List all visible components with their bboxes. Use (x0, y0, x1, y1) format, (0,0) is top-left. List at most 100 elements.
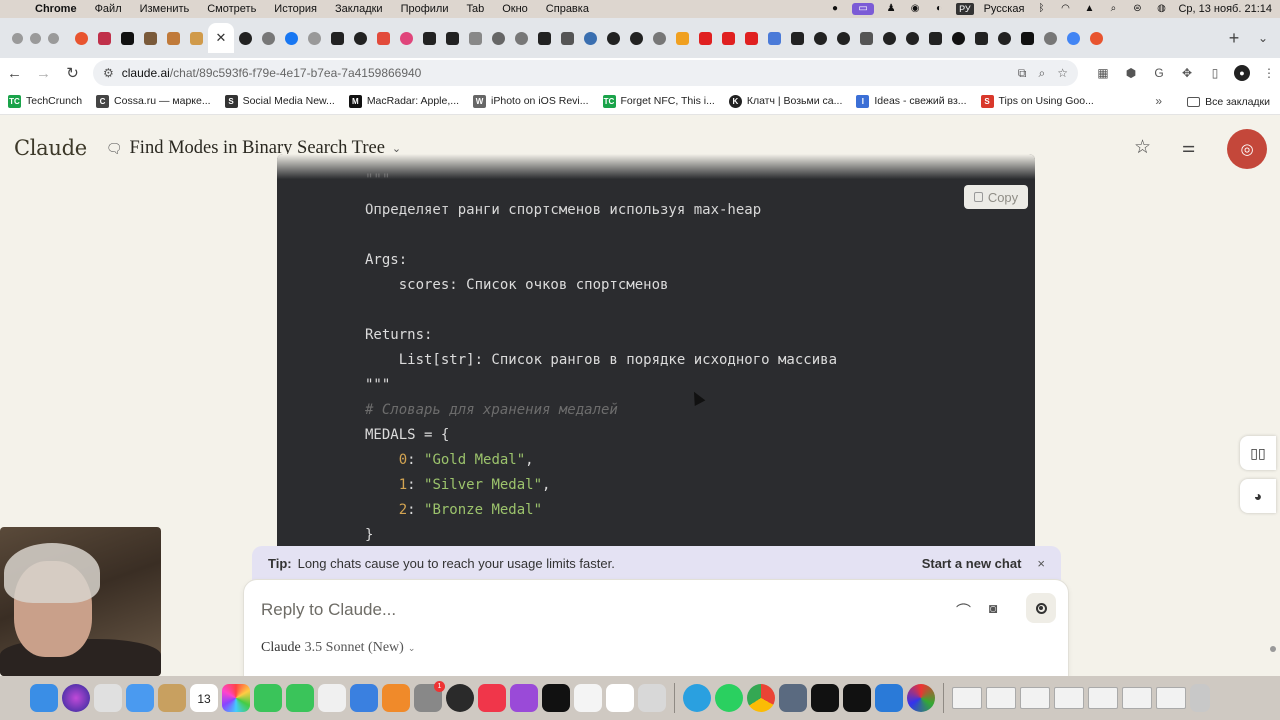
tab[interactable] (441, 23, 464, 53)
voice-record-button[interactable] (1026, 593, 1056, 623)
tab[interactable] (924, 23, 947, 53)
minimized-window-thumbnail[interactable] (1088, 687, 1118, 709)
calendar-icon[interactable]: 13 (190, 684, 218, 712)
control-toggle-icon[interactable]: ⊜ (1130, 3, 1144, 15)
menu-file[interactable]: Файл (86, 3, 131, 15)
bookmark-item[interactable]: C Cossa.ru — марке... (96, 94, 211, 108)
tab[interactable] (832, 23, 855, 53)
bookmarks-overflow-chevron-icon[interactable]: » (1155, 88, 1162, 115)
tab[interactable] (280, 23, 303, 53)
tab[interactable] (1062, 23, 1085, 53)
music-icon[interactable] (478, 684, 506, 712)
siri-icon[interactable]: ◍ (1154, 3, 1168, 15)
forward-button[interactable]: → (29, 65, 58, 82)
minimized-window-thumbnail[interactable] (1054, 687, 1084, 709)
screen-share-icon[interactable]: ▭ (852, 3, 875, 15)
tab[interactable] (1085, 23, 1108, 53)
extensions-puzzle-icon[interactable]: ✥ (1178, 64, 1196, 82)
facetime-icon[interactable] (254, 684, 282, 712)
bookmark-item[interactable]: WiPhoto on iOS Revi... (473, 94, 589, 108)
tab[interactable] (326, 23, 349, 53)
color-picker-icon[interactable] (907, 684, 935, 712)
tab[interactable] (717, 23, 740, 53)
preview-icon[interactable] (779, 684, 807, 712)
bookmark-item[interactable]: I Ideas - свежий вз... (856, 94, 967, 108)
chrome-icon[interactable] (747, 684, 775, 712)
screenshot-camera-icon[interactable]: ◙ (989, 600, 997, 616)
tab[interactable] (740, 23, 763, 53)
numbers-icon[interactable] (318, 684, 346, 712)
finder-icon[interactable] (30, 684, 58, 712)
textedit-icon[interactable] (574, 684, 602, 712)
menu-clock[interactable]: Ср, 13 нояб. 21:14 (1178, 3, 1272, 15)
minimized-window-thumbnail[interactable] (1122, 687, 1152, 709)
activity-icon[interactable]: ♟ (884, 3, 898, 15)
launchpad-icon[interactable] (94, 684, 122, 712)
tab-active[interactable]: ✕ (208, 23, 234, 53)
extension-translate-icon[interactable]: G (1150, 64, 1168, 82)
tab[interactable] (257, 23, 280, 53)
reader-book-icon[interactable]: ▯▯ (1240, 436, 1276, 470)
tab[interactable] (1039, 23, 1062, 53)
photos-icon[interactable] (222, 684, 250, 712)
sidebar-icon[interactable]: ▯ (1206, 64, 1224, 82)
tab[interactable] (349, 23, 372, 53)
new-tab-button[interactable]: + (1222, 28, 1246, 49)
epic-games-icon[interactable] (843, 684, 871, 712)
tab[interactable] (648, 23, 671, 53)
menu-edit[interactable]: Изменить (131, 3, 199, 15)
messages-icon[interactable] (286, 684, 314, 712)
podcasts-icon[interactable] (510, 684, 538, 712)
apple-tv-icon[interactable] (542, 684, 570, 712)
bluetooth-icon[interactable]: ᛒ (1034, 3, 1048, 15)
extension-grid-icon[interactable]: ▦ (1094, 64, 1112, 82)
record-icon[interactable]: ● (828, 3, 842, 15)
close-tab-icon[interactable]: ✕ (216, 30, 227, 46)
freeform-icon[interactable] (606, 684, 634, 712)
close-tip-icon[interactable]: × (1037, 556, 1045, 571)
bookmark-item[interactable]: S Tips on Using Goo... (980, 94, 1094, 108)
zoom-window-button[interactable] (48, 32, 59, 44)
minimized-window-thumbnail[interactable] (1020, 687, 1050, 709)
menu-window[interactable]: Окно (493, 3, 537, 15)
tab[interactable] (234, 23, 257, 53)
tab[interactable] (303, 23, 326, 53)
vscode-icon[interactable] (875, 684, 903, 712)
tab[interactable] (556, 23, 579, 53)
model-selector[interactable]: Claude 3.5 Sonnet (New) ⌄ (261, 640, 415, 656)
menu-bookmarks[interactable]: Закладки (326, 3, 392, 15)
claude-logo[interactable]: Claude (14, 136, 87, 160)
tab[interactable] (694, 23, 717, 53)
wifi-icon[interactable]: ◠ (1058, 3, 1072, 15)
scrollbar-indicator[interactable] (1270, 646, 1276, 652)
menu-view[interactable]: Смотреть (198, 3, 265, 15)
siri-icon[interactable] (62, 684, 90, 712)
menu-profiles[interactable]: Профили (392, 3, 458, 15)
minimized-window-thumbnail[interactable] (952, 687, 982, 709)
tab[interactable] (809, 23, 832, 53)
minimized-window-thumbnail[interactable] (1156, 687, 1186, 709)
tab[interactable] (947, 23, 970, 53)
bookmark-item[interactable]: TC TechCrunch (8, 94, 82, 108)
minimized-window-thumbnail[interactable] (986, 687, 1016, 709)
bookmark-item[interactable]: M MacRadar: Apple,... (348, 94, 459, 108)
all-bookmarks-button[interactable]: Все закладки (1187, 88, 1270, 115)
telegram-icon[interactable] (683, 684, 711, 712)
new-chat-avatar-button[interactable]: ◎ (1227, 129, 1267, 169)
install-app-icon[interactable]: ⧉ (1018, 66, 1027, 81)
browser-menu-icon[interactable]: ⋮ (1260, 64, 1278, 82)
control-center-icon[interactable]: ◉ (908, 3, 922, 15)
tab[interactable] (901, 23, 924, 53)
tab[interactable] (533, 23, 556, 53)
reload-button[interactable]: ↻ (58, 64, 87, 82)
tab[interactable] (786, 23, 809, 53)
airplay-icon[interactable]: ▲ (1082, 3, 1096, 15)
address-bar[interactable]: ⚙ claude.ai/chat/89c593f6-f79e-4e17-b7ea… (93, 60, 1078, 86)
tab[interactable] (116, 23, 139, 53)
color-wheel-icon[interactable]: ◕ (1240, 479, 1276, 513)
attach-paperclip-icon[interactable]: ⌒ (956, 600, 971, 621)
tab[interactable] (70, 23, 93, 53)
trash-icon[interactable] (1190, 684, 1210, 712)
tab[interactable] (602, 23, 625, 53)
close-window-button[interactable] (12, 32, 23, 44)
